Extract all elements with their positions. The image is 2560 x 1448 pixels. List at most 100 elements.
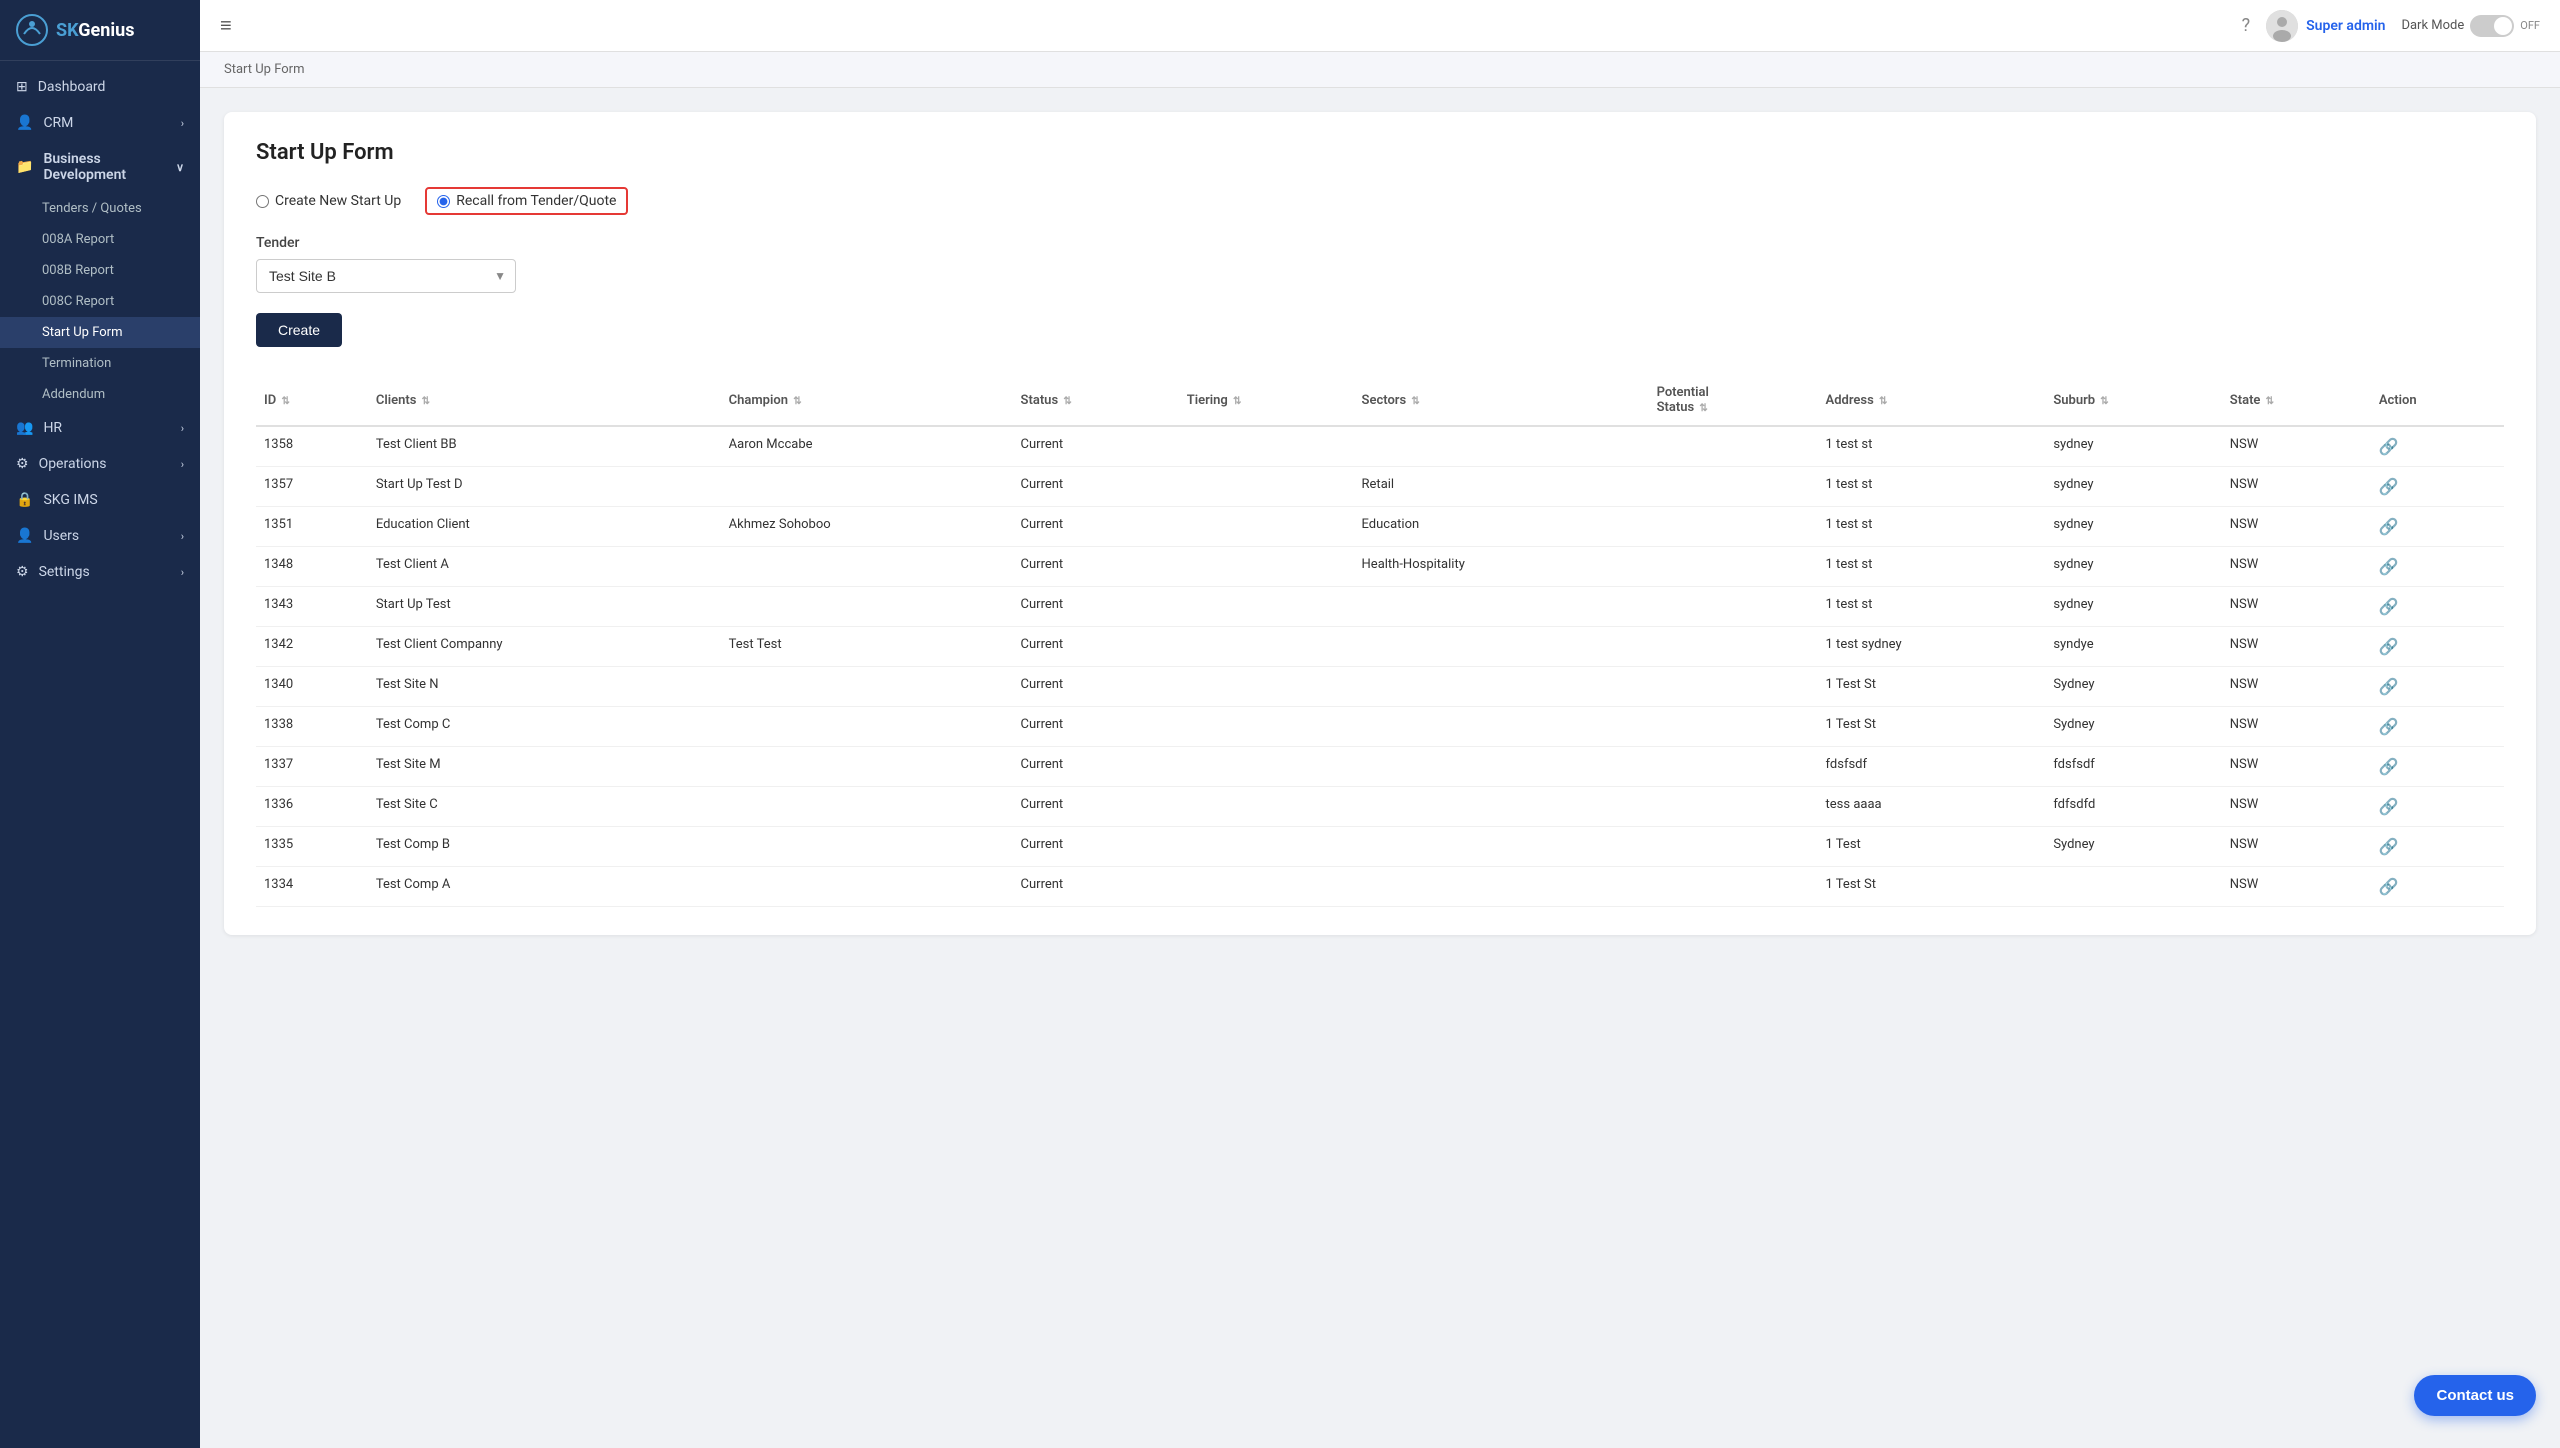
table-row: 1358 Test Client BB Aaron Mccabe Current… (256, 426, 2504, 467)
cell-suburb: sydney (2045, 467, 2221, 507)
cell-client: Test Site M (368, 747, 721, 787)
sidebar-item-termination[interactable]: Termination (0, 348, 200, 379)
sort-icon[interactable]: ⇅ (422, 396, 430, 407)
sort-icon[interactable]: ⇅ (1879, 396, 1887, 407)
edit-link[interactable]: 🔗 (2379, 797, 2399, 816)
sort-icon[interactable]: ⇅ (1699, 403, 1707, 414)
sidebar-item-dashboard[interactable]: ⊞ Dashboard (0, 69, 200, 105)
sort-icon[interactable]: ⇅ (2100, 396, 2108, 407)
cell-champion (721, 747, 1013, 787)
table-row: 1343 Start Up Test Current 1 test st syd… (256, 587, 2504, 627)
cell-sectors (1354, 867, 1649, 907)
edit-link[interactable]: 🔗 (2379, 557, 2399, 576)
sidebar-item-skg-ims[interactable]: 🔒 SKG IMS (0, 482, 200, 518)
cell-state: NSW (2222, 747, 2371, 787)
sidebar-item-008b-report[interactable]: 008B Report (0, 255, 200, 286)
cell-address: 1 Test St (1818, 667, 2046, 707)
table-row: 1342 Test Client Companny Test Test Curr… (256, 627, 2504, 667)
sort-icon[interactable]: ⇅ (1411, 396, 1419, 407)
edit-link[interactable]: 🔗 (2379, 597, 2399, 616)
cell-state: NSW (2222, 867, 2371, 907)
sidebar-item-business-development[interactable]: 📁 Business Development ∨ (0, 141, 200, 193)
radio-create[interactable] (256, 195, 269, 208)
cell-state: NSW (2222, 547, 2371, 587)
cell-tiering (1179, 467, 1354, 507)
dark-mode-toggle[interactable]: Dark Mode OFF (2401, 15, 2540, 37)
toggle-knob (2494, 17, 2512, 35)
cell-suburb: sydney (2045, 587, 2221, 627)
cell-champion (721, 787, 1013, 827)
sort-icon[interactable]: ⇅ (1063, 396, 1071, 407)
cell-suburb (2045, 867, 2221, 907)
cell-champion: Aaron Mccabe (721, 426, 1013, 467)
edit-link[interactable]: 🔗 (2379, 677, 2399, 696)
cell-action: 🔗 (2371, 627, 2504, 667)
cell-tiering (1179, 827, 1354, 867)
cell-champion (721, 707, 1013, 747)
cell-sectors (1354, 787, 1649, 827)
cell-id: 1335 (256, 827, 368, 867)
toggle-switch[interactable] (2470, 15, 2514, 37)
sidebar-item-label: Business Development (43, 151, 166, 183)
cell-address: 1 Test St (1818, 707, 2046, 747)
radio-recall-label[interactable]: Recall from Tender/Quote (425, 187, 628, 215)
cell-address: 1 test sydney (1818, 627, 2046, 667)
sidebar-item-008c-report[interactable]: 008C Report (0, 286, 200, 317)
sort-icon[interactable]: ⇅ (281, 396, 289, 407)
avatar (2266, 10, 2298, 42)
cell-client: Test Comp C (368, 707, 721, 747)
sidebar-item-addendum[interactable]: Addendum (0, 379, 200, 410)
edit-link[interactable]: 🔗 (2379, 717, 2399, 736)
operations-icon: ⚙ (16, 456, 29, 472)
sidebar-item-008a-report[interactable]: 008A Report (0, 224, 200, 255)
edit-link[interactable]: 🔗 (2379, 837, 2399, 856)
cell-address: 1 test st (1818, 426, 2046, 467)
edit-link[interactable]: 🔗 (2379, 517, 2399, 536)
sidebar-item-operations[interactable]: ⚙ Operations › (0, 446, 200, 482)
user-menu[interactable]: Super admin (2266, 10, 2385, 42)
cell-potential-status (1649, 787, 1818, 827)
sort-icon[interactable]: ⇅ (2266, 396, 2274, 407)
edit-link[interactable]: 🔗 (2379, 477, 2399, 496)
radio-create-label[interactable]: Create New Start Up (256, 193, 401, 209)
cell-champion (721, 467, 1013, 507)
create-button[interactable]: Create (256, 313, 342, 347)
cell-id: 1337 (256, 747, 368, 787)
edit-link[interactable]: 🔗 (2379, 637, 2399, 656)
sidebar-item-hr[interactable]: 👥 HR › (0, 410, 200, 446)
logo[interactable]: SKGenius (0, 0, 200, 61)
sidebar-item-tenders-quotes[interactable]: Tenders / Quotes (0, 193, 200, 224)
sidebar-item-settings[interactable]: ⚙ Settings › (0, 554, 200, 590)
chevron-right-icon: › (181, 422, 184, 435)
cell-client: Test Client Companny (368, 627, 721, 667)
cell-tiering (1179, 787, 1354, 827)
edit-link[interactable]: 🔗 (2379, 877, 2399, 896)
cell-status: Current (1013, 467, 1179, 507)
contact-us-button[interactable]: Contact us (2414, 1375, 2536, 1416)
cell-status: Current (1013, 426, 1179, 467)
edit-link[interactable]: 🔗 (2379, 437, 2399, 456)
cell-client: Test Client BB (368, 426, 721, 467)
sort-icon[interactable]: ⇅ (793, 396, 801, 407)
sidebar-item-label: SKG IMS (43, 492, 97, 508)
edit-link[interactable]: 🔗 (2379, 757, 2399, 776)
cell-sectors (1354, 587, 1649, 627)
cell-action: 🔗 (2371, 787, 2504, 827)
cell-status: Current (1013, 627, 1179, 667)
help-icon[interactable]: ? (2242, 15, 2251, 36)
cell-tiering (1179, 667, 1354, 707)
table-body: 1358 Test Client BB Aaron Mccabe Current… (256, 426, 2504, 907)
cell-tiering (1179, 867, 1354, 907)
menu-toggle-button[interactable]: ≡ (220, 13, 232, 38)
radio-recall[interactable] (437, 195, 450, 208)
sort-icon[interactable]: ⇅ (1233, 396, 1241, 407)
cell-address: tess aaaa (1818, 787, 2046, 827)
sidebar-item-label: HR (43, 420, 62, 436)
sidebar-item-users[interactable]: 👤 Users › (0, 518, 200, 554)
cell-action: 🔗 (2371, 707, 2504, 747)
sidebar-sub-item-label: 008B Report (42, 263, 114, 278)
sidebar-item-crm[interactable]: 👤 CRM › (0, 105, 200, 141)
cell-id: 1340 (256, 667, 368, 707)
sidebar-item-start-up-form[interactable]: Start Up Form (0, 317, 200, 348)
tender-select[interactable]: Test Site B Test Site A Test Site C (256, 259, 516, 293)
